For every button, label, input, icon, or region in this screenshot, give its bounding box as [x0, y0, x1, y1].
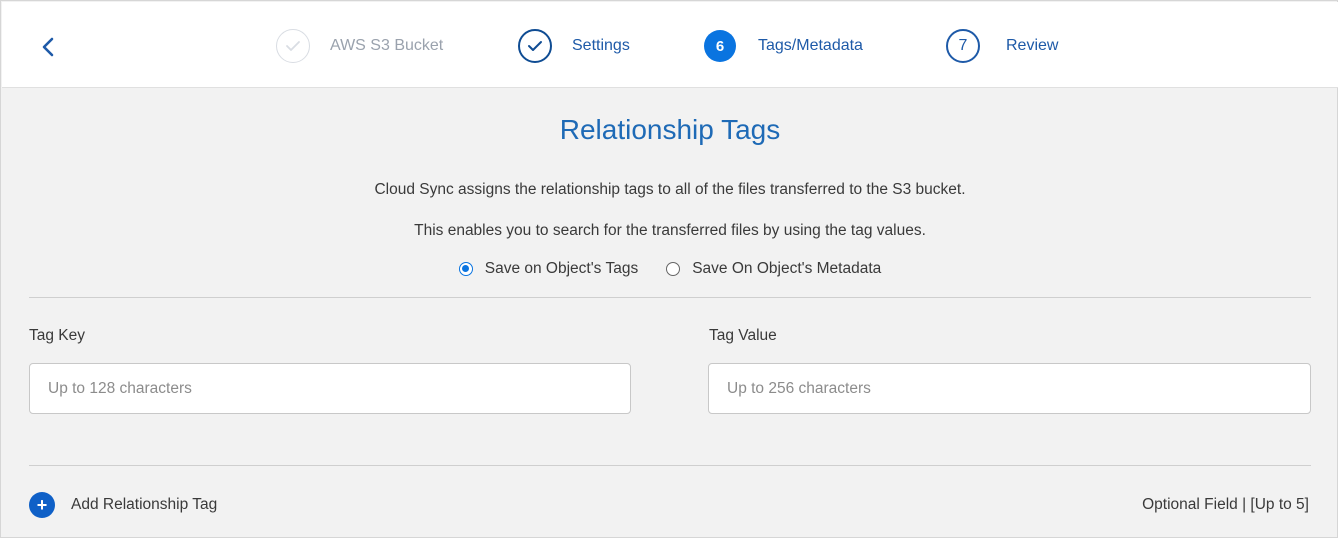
step-label: Tags/Metadata	[758, 37, 863, 54]
tag-value-input[interactable]	[708, 363, 1311, 414]
check-circle-icon	[276, 29, 310, 63]
divider	[29, 297, 1311, 298]
step-review[interactable]: 7 Review	[946, 28, 1058, 64]
page-title: Relationship Tags	[559, 114, 781, 145]
chevron-left-icon	[42, 37, 54, 57]
optional-field-note: Optional Field | [Up to 5]	[1142, 496, 1309, 513]
step-label: AWS S3 Bucket	[330, 37, 444, 54]
app-frame: AWS S3 Bucket Settings 6 Tags/Metadata 7…	[0, 0, 1338, 538]
storage-radio-group: Save on Object's Tags Save On Object's M…	[1, 260, 1338, 278]
radio-label: Save on Object's Tags	[484, 260, 639, 277]
add-tag-label: Add Relationship Tag	[71, 496, 218, 513]
back-button[interactable]	[36, 32, 60, 62]
radio-button-selected[interactable]	[458, 262, 473, 276]
description-text: This enables you to search for the trans…	[414, 222, 926, 239]
tag-key-label: Tag Key	[29, 327, 86, 344]
description-text: Cloud Sync assigns the relationship tags…	[374, 181, 966, 198]
step-label: Settings	[572, 37, 630, 54]
radio-save-on-tags[interactable]: Save on Object's Tags	[458, 260, 639, 278]
step-label: Review	[1006, 37, 1059, 54]
plus-circle-icon: +	[29, 492, 55, 518]
tag-key-input[interactable]	[29, 363, 631, 414]
step-aws-s3-bucket[interactable]: AWS S3 Bucket	[276, 28, 443, 64]
radio-save-on-metadata[interactable]: Save On Object's Metadata	[666, 260, 881, 278]
step-tags-metadata[interactable]: 6 Tags/Metadata	[704, 28, 863, 64]
stepper-bar: AWS S3 Bucket Settings 6 Tags/Metadata 7…	[2, 2, 1338, 88]
step-settings[interactable]: Settings	[518, 28, 630, 64]
tag-value-label: Tag Value	[709, 327, 777, 344]
divider	[29, 465, 1311, 466]
check-circle-icon	[518, 29, 552, 63]
step-number-badge: 7	[946, 29, 980, 63]
radio-button[interactable]	[666, 262, 681, 276]
add-relationship-tag-button[interactable]: + Add Relationship Tag	[29, 492, 217, 518]
step-number-badge: 6	[704, 30, 736, 62]
radio-label: Save On Object's Metadata	[692, 260, 882, 277]
